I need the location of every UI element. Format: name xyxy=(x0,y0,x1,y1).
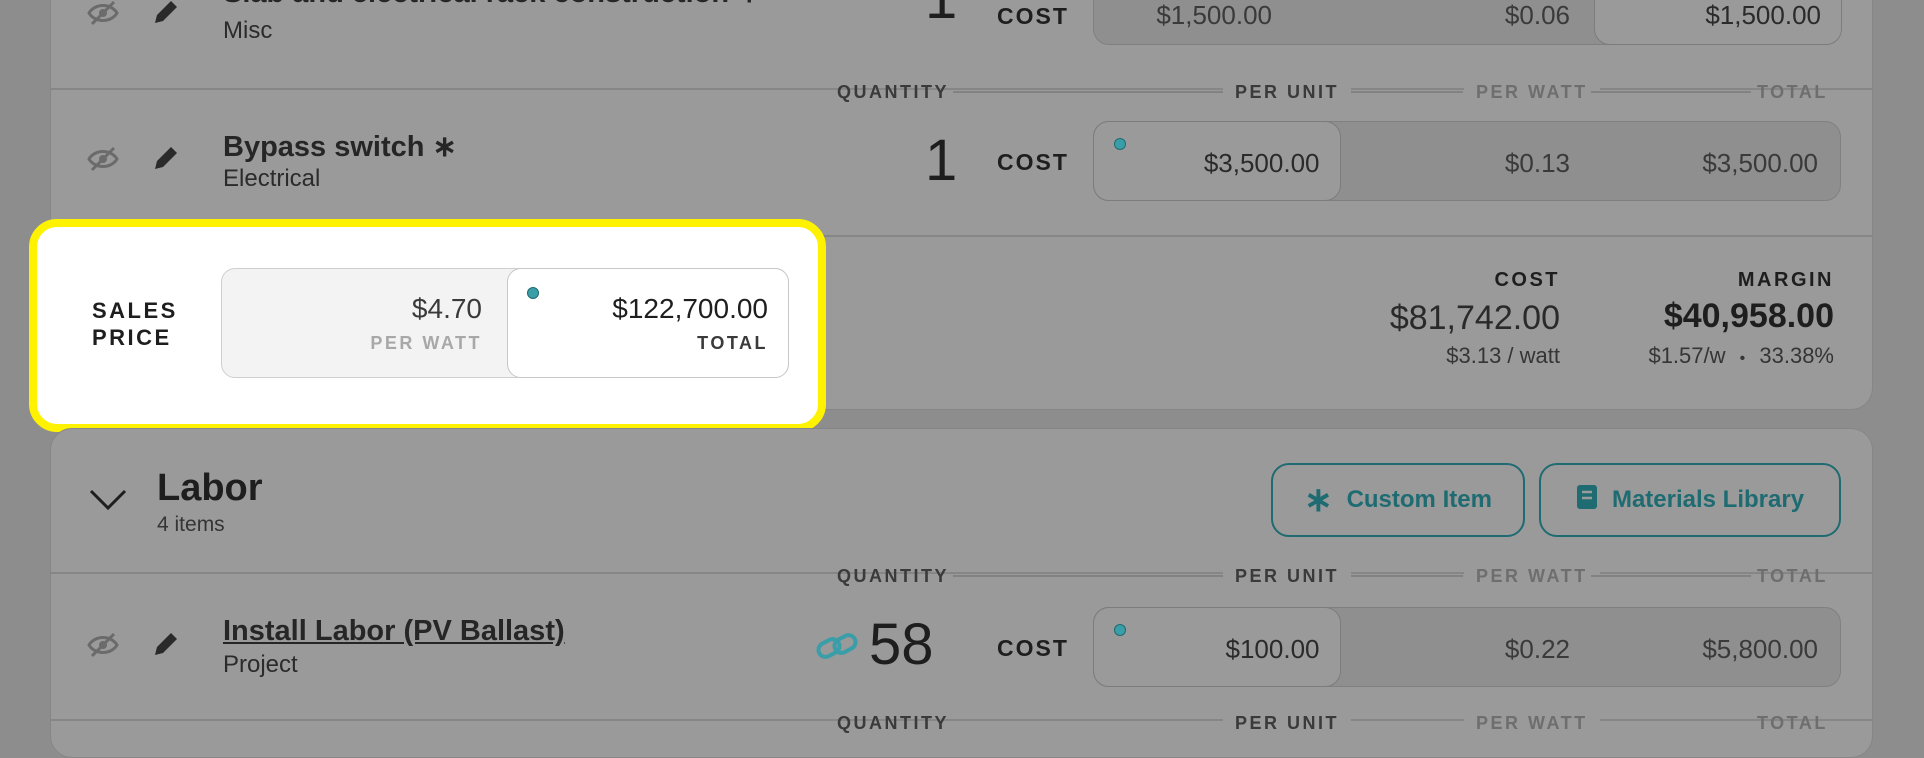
book-icon xyxy=(1576,484,1598,517)
per-unit-header: PER UNIT xyxy=(1223,566,1352,587)
header-rule xyxy=(1591,575,1751,577)
custom-item-label: Custom Item xyxy=(1346,486,1492,513)
quantity-header: QUANTITY xyxy=(837,566,949,586)
sales-per-watt-label: PER WATT xyxy=(370,333,482,353)
sales-label-line2: PRICE xyxy=(92,325,172,350)
item-title[interactable]: Bypass switch ∗ xyxy=(223,129,457,164)
quantity-value[interactable]: 58 xyxy=(869,611,934,678)
total-header: TOTAL xyxy=(1757,566,1828,586)
sales-total-label: TOTAL xyxy=(697,333,768,353)
materials-library-label: Materials Library xyxy=(1611,486,1805,513)
link-icon[interactable] xyxy=(815,629,859,668)
summary-margin-details: $1.57/w • 33.38% xyxy=(1648,343,1834,369)
quantity-value[interactable]: 1 xyxy=(925,127,957,194)
per-watt-header: PER WATT xyxy=(1464,713,1600,734)
cost-inputs: $3,500.00 $0.13 $3,500.00 xyxy=(1092,120,1841,201)
cost-inputs: $1,500.00 $0.06 $1,500.00 xyxy=(1093,0,1842,45)
hidden-eye-icon[interactable] xyxy=(87,0,119,32)
per-unit-value: $3,500.00 xyxy=(1203,147,1320,178)
sales-price-total-input[interactable]: $122,700.00 TOTAL xyxy=(507,268,789,378)
total-value[interactable]: $5,800.00 xyxy=(1702,634,1818,665)
active-field-dot xyxy=(1113,137,1126,150)
summary-cost-label: COST xyxy=(1494,269,1560,291)
quantity-header: QUANTITY xyxy=(837,713,949,733)
per-watt-value[interactable]: $0.06 xyxy=(1505,0,1570,31)
sales-label-line1: SALES xyxy=(92,298,178,323)
labor-title: Labor xyxy=(157,467,263,509)
hidden-eye-icon[interactable] xyxy=(87,145,119,178)
per-watt-value[interactable]: $0.22 xyxy=(1505,634,1570,665)
hidden-eye-icon[interactable] xyxy=(87,631,119,664)
summary-margin-value: $40,958.00 xyxy=(1663,297,1834,335)
sales-price-label: SALES PRICE xyxy=(92,297,178,351)
item-category: Project xyxy=(223,651,298,678)
active-field-dot xyxy=(1113,623,1126,636)
cost-label: COST xyxy=(997,3,1069,29)
item-category: Misc xyxy=(223,17,273,44)
active-field-dot xyxy=(527,287,539,299)
custom-item-button[interactable]: ∗ Custom Item xyxy=(1271,463,1525,537)
per-unit-input[interactable]: $3,500.00 xyxy=(1092,120,1341,201)
labor-item-title-link[interactable]: Install Labor (PV Ballast) xyxy=(223,615,565,648)
pencil-icon[interactable] xyxy=(151,143,181,178)
per-watt-header: PER WATT xyxy=(1464,566,1600,587)
cost-label: COST xyxy=(997,635,1069,661)
total-header: TOTAL xyxy=(1757,713,1828,733)
labor-section: Labor 4 items ∗ Custom Item Materials Li… xyxy=(50,428,1873,758)
sales-total-value: $122,700.00 xyxy=(612,293,768,324)
per-unit-value[interactable]: $1,500.00 xyxy=(1156,0,1272,31)
margin-per-watt: $1.57/w xyxy=(1648,343,1726,368)
per-unit-value: $100.00 xyxy=(1225,633,1320,664)
materials-library-button[interactable]: Materials Library xyxy=(1539,463,1841,537)
quantity-value[interactable]: 1 xyxy=(925,0,957,32)
total-value: $1,500.00 xyxy=(1705,0,1821,30)
total-value[interactable]: $3,500.00 xyxy=(1702,148,1818,179)
per-watt-value[interactable]: $0.13 xyxy=(1505,148,1570,179)
per-unit-header: PER UNIT xyxy=(1223,713,1352,734)
margin-percent: 33.38% xyxy=(1759,343,1834,368)
sales-per-watt-value: $4.70 xyxy=(411,293,482,324)
header-rule xyxy=(1351,575,1463,577)
cost-inputs: $100.00 $0.22 $5,800.00 xyxy=(1092,606,1841,687)
header-rule xyxy=(953,575,1233,577)
item-category: Electrical xyxy=(223,165,321,192)
summary-cost-per-watt: $3.13 / watt xyxy=(1446,343,1560,368)
line-item-row: Bypass switch ∗ Electrical 1 COST $3,500… xyxy=(51,89,1872,239)
per-unit-input[interactable]: $100.00 xyxy=(1092,606,1341,687)
labor-count: 4 items xyxy=(157,513,225,536)
pencil-icon[interactable] xyxy=(151,0,181,32)
summary-margin-label: MARGIN xyxy=(1737,269,1834,291)
chevron-down-icon[interactable] xyxy=(89,489,127,516)
pencil-icon[interactable] xyxy=(151,629,181,664)
cost-label: COST xyxy=(997,149,1069,175)
item-title[interactable]: Slab and electrical rack construction ∗ xyxy=(223,0,761,10)
line-item-row: Slab and electrical rack construction ∗ … xyxy=(51,0,1872,89)
summary-cost-value: $81,742.00 xyxy=(1389,299,1560,337)
asterisk-icon: ∗ xyxy=(1304,481,1333,519)
margin-separator: • xyxy=(1739,350,1746,367)
total-input[interactable]: $1,500.00 xyxy=(1594,0,1842,45)
